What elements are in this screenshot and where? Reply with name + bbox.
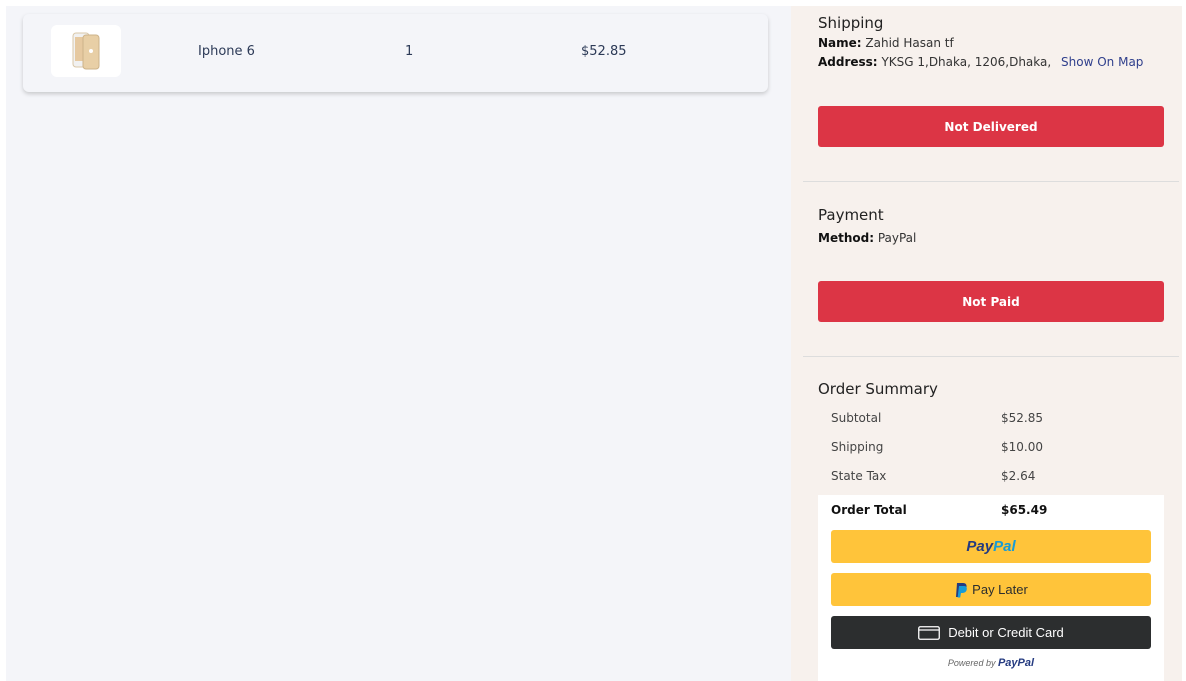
summary-row-subtotal: Subtotal $52.85 xyxy=(831,411,1149,431)
payment-method-value: PayPal xyxy=(877,231,917,245)
summary-label: Subtotal xyxy=(831,411,882,425)
shipping-name-value: Zahid Hasan tf xyxy=(865,36,954,50)
payment-status-alert: Not Paid xyxy=(818,281,1164,322)
order-total-value: $65.49 xyxy=(1001,503,1048,517)
summary-row-tax: State Tax $2.64 xyxy=(831,469,1149,489)
product-quantity: 1 xyxy=(405,44,414,59)
debit-credit-card-button[interactable]: Debit or Credit Card xyxy=(831,616,1151,649)
shipping-address-label: Address: xyxy=(818,55,878,69)
credit-card-icon xyxy=(918,625,941,640)
shipping-address: Address: YKSG 1,Dhaka, 1206,Dhaka, Show … xyxy=(818,55,1143,69)
pay-later-button[interactable]: Pay Later xyxy=(831,573,1151,606)
summary-value: $2.64 xyxy=(1001,469,1036,483)
order-total-label: Order Total xyxy=(831,503,907,517)
product-price: $52.85 xyxy=(581,44,627,59)
product-image xyxy=(51,25,121,77)
powered-paypal-logo: PayPal xyxy=(997,657,1035,669)
summary-value: $52.85 xyxy=(1001,411,1043,425)
shipping-name-label: Name: xyxy=(818,36,862,50)
powered-by-paypal: Powered by PayPal xyxy=(818,657,1164,669)
divider xyxy=(803,181,1179,182)
paypal-p-icon xyxy=(956,582,968,597)
divider xyxy=(803,356,1179,357)
shipping-title: Shipping xyxy=(818,14,884,32)
payment-method: Method: PayPal xyxy=(818,231,916,245)
summary-label: State Tax xyxy=(831,469,887,483)
phone-icon xyxy=(72,32,100,70)
summary-row-total: Order Total $65.49 xyxy=(818,495,1164,525)
card-button-label: Debit or Credit Card xyxy=(948,625,1064,640)
summary-row-shipping: Shipping $10.00 xyxy=(831,440,1149,460)
show-on-map-link[interactable]: Show On Map xyxy=(1061,55,1143,69)
product-name[interactable]: Iphone 6 xyxy=(198,44,255,59)
shipping-address-value: YKSG 1,Dhaka, 1206,Dhaka, xyxy=(881,55,1052,69)
paypal-button[interactable]: PayPal xyxy=(831,530,1151,563)
payment-method-label: Method: xyxy=(818,231,874,245)
summary-label: Shipping xyxy=(831,440,884,454)
paypal-logo: PayPal xyxy=(966,538,1016,555)
order-summary-title: Order Summary xyxy=(818,380,938,398)
pay-later-label: Pay Later xyxy=(972,582,1028,597)
powered-by-label: Powered by xyxy=(947,658,996,668)
order-page: Iphone 6 1 $52.85 Shipping Name: Zahid H… xyxy=(6,6,1182,681)
shipping-name: Name: Zahid Hasan tf xyxy=(818,36,954,50)
order-item-row: Iphone 6 1 $52.85 xyxy=(23,14,768,92)
paypal-buttons: PayPal Pay Later Debit or Credit Card Po… xyxy=(818,525,1164,681)
delivery-status-alert: Not Delivered xyxy=(818,106,1164,147)
order-sidebar: Shipping Name: Zahid Hasan tf Address: Y… xyxy=(791,6,1182,681)
payment-title: Payment xyxy=(818,206,884,224)
summary-value: $10.00 xyxy=(1001,440,1043,454)
